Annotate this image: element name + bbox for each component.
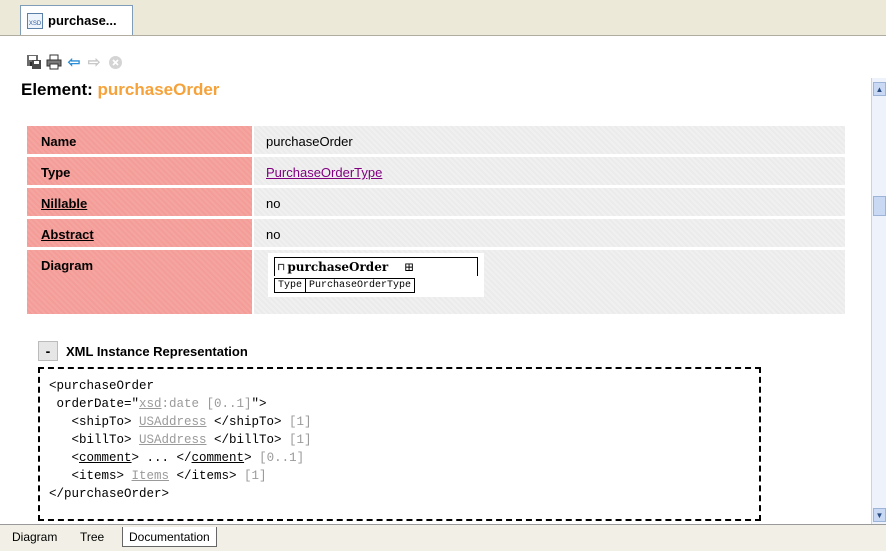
xml-line: </purchaseOrder> (49, 487, 170, 501)
property-value: ⊓ purchaseOrder ⊞ Type PurchaseOrderType (254, 250, 845, 314)
occurrence-text: [0..1] (259, 451, 305, 465)
diagram-element-name: purchaseOrder (287, 260, 389, 274)
xml-text: </billTo> (206, 433, 290, 447)
tab-tree[interactable]: Tree (74, 527, 110, 546)
xml-text: </items> (169, 469, 245, 483)
comment-link[interactable]: comment (192, 451, 245, 465)
forward-arrow-icon[interactable]: ⇨ (86, 54, 102, 71)
xml-text: "> (251, 397, 267, 411)
heading-element-name: purchaseOrder (97, 80, 220, 99)
xml-line: orderDate="xsd:date [0..1]"> (49, 397, 267, 411)
save-icon[interactable] (26, 54, 42, 70)
diagram-attr-table: Type PurchaseOrderType (273, 278, 416, 293)
occurrence-text: [1] (289, 415, 312, 429)
occurrence-text: [1] (244, 469, 267, 483)
xml-line: <items> Items </items> [1] (49, 469, 267, 483)
property-key: Name (27, 126, 252, 154)
xml-instance-title: XML Instance Representation (66, 343, 248, 359)
tab-purchase-document[interactable]: XSD purchase... (20, 5, 133, 35)
tab-documentation[interactable]: Documentation (122, 527, 217, 547)
xml-instance-box: <purchaseOrder orderDate="xsd:date [0..1… (38, 367, 761, 521)
view-tab-bar: Diagram Tree Documentation (0, 524, 886, 551)
scroll-thumb[interactable] (873, 196, 886, 216)
print-icon[interactable] (46, 54, 62, 70)
property-row-nillable: Nillable no (27, 188, 845, 216)
xml-text: <billTo> (49, 433, 140, 447)
comment-link[interactable]: comment (79, 451, 132, 465)
xml-text: > (244, 451, 260, 465)
xml-text: <items> (49, 469, 132, 483)
property-value: PurchaseOrderType (254, 157, 845, 185)
xsd-file-icon: XSD (27, 12, 43, 29)
xml-line: <purchaseOrder (49, 379, 155, 393)
expand-plus-icon[interactable]: ⊞ (404, 260, 414, 274)
properties-table: Name purchaseOrder Type PurchaseOrderTyp… (27, 126, 845, 317)
stop-icon[interactable] (107, 54, 123, 70)
diagram-attr-value: PurchaseOrderType (305, 278, 416, 293)
diagram-element-header: ⊓ purchaseOrder ⊞ (277, 258, 477, 276)
nillable-link[interactable]: Nillable (27, 188, 252, 216)
xml-text: < (49, 451, 80, 465)
editor-tab-bar: XSD purchase... (0, 0, 886, 36)
property-value: no (254, 188, 845, 216)
usaddress-link[interactable]: USAddress (139, 415, 207, 429)
property-row-type: Type PurchaseOrderType (27, 157, 845, 185)
occurrence-text: [1] (289, 433, 312, 447)
xml-text: </shipTo> (206, 415, 290, 429)
heading-prefix: Element: (21, 80, 98, 99)
property-row-name: Name purchaseOrder (27, 126, 845, 154)
property-value: no (254, 219, 845, 247)
tab-label: purchase... (48, 13, 117, 28)
xml-text: orderDate=" (49, 397, 140, 411)
property-key: Type (27, 157, 252, 185)
diagram-attr-label: Type (273, 278, 307, 293)
xml-text: <shipTo> (49, 415, 140, 429)
collapse-button[interactable]: - (38, 341, 58, 361)
xml-type-text: :date [0..1] (161, 397, 252, 411)
diagram-element-box: ⊓ purchaseOrder ⊞ (274, 257, 478, 276)
type-link[interactable]: PurchaseOrderType (266, 165, 382, 180)
back-arrow-icon[interactable]: ⇦ (66, 54, 82, 71)
property-key: Diagram (27, 250, 252, 314)
vertical-scrollbar[interactable]: ▲ ▼ (871, 78, 886, 524)
tab-diagram[interactable]: Diagram (6, 527, 63, 546)
toolbar: ⇦ ⇨ (0, 36, 886, 78)
xsd-link[interactable]: xsd (139, 397, 162, 411)
sequence-icon: ⊓ (277, 261, 286, 273)
property-row-abstract: Abstract no (27, 219, 845, 247)
element-diagram[interactable]: ⊓ purchaseOrder ⊞ Type PurchaseOrderType (268, 253, 484, 297)
abstract-link[interactable]: Abstract (27, 219, 252, 247)
property-value: purchaseOrder (254, 126, 845, 154)
xml-instance-header: - XML Instance Representation (38, 341, 248, 361)
xml-text: > ... </ (131, 451, 192, 465)
xml-line: <shipTo> USAddress </shipTo> [1] (49, 415, 312, 429)
xml-line: <billTo> USAddress </billTo> [1] (49, 433, 312, 447)
scroll-down-icon[interactable]: ▼ (873, 508, 886, 522)
scroll-up-icon[interactable]: ▲ (873, 82, 886, 96)
items-link[interactable]: Items (132, 469, 170, 483)
usaddress-link[interactable]: USAddress (139, 433, 207, 447)
page-title: Element: purchaseOrder (21, 80, 219, 100)
property-row-diagram: Diagram ⊓ purchaseOrder ⊞ Type PurchaseO… (27, 250, 845, 314)
xml-line: <comment> ... </comment> [0..1] (49, 451, 305, 465)
